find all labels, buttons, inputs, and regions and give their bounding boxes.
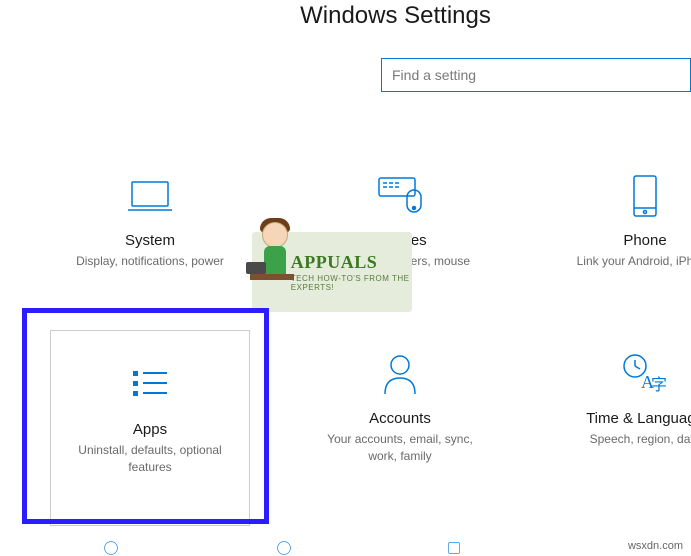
tile-desc: Uninstall, defaults, optional features xyxy=(61,442,239,476)
tile-accounts[interactable]: Accounts Your accounts, email, sync, wor… xyxy=(300,340,500,537)
tile-title: System xyxy=(125,232,175,249)
apps-icon xyxy=(61,361,239,409)
peek-icon-2 xyxy=(223,540,346,556)
peek-row xyxy=(0,540,691,556)
peek-icon-3 xyxy=(391,540,519,556)
accounts-icon xyxy=(381,350,419,398)
page-title: Windows Settings xyxy=(100,2,691,30)
tile-devices[interactable]: Devices Bluetooth, printers, mouse xyxy=(300,162,500,280)
tile-desc: Link your Android, iPhone xyxy=(571,253,691,270)
svg-text:字: 字 xyxy=(651,376,667,394)
phone-icon xyxy=(631,172,659,220)
tile-desc: Display, notifications, power xyxy=(70,253,230,270)
tile-title: Phone xyxy=(623,232,666,249)
tile-desc: Bluetooth, printers, mouse xyxy=(324,253,476,270)
tile-phone[interactable]: Phone Link your Android, iPhone xyxy=(545,162,691,280)
tile-title: Accounts xyxy=(369,410,431,427)
tile-time-language[interactable]: A 字 Time & Language Speech, region, date xyxy=(545,340,691,537)
tile-system[interactable]: System Display, notifications, power xyxy=(50,162,250,280)
devices-icon xyxy=(377,172,423,220)
time-language-icon: A 字 xyxy=(621,350,669,398)
tile-title: Time & Language xyxy=(586,410,691,427)
settings-grid: System Display, notifications, power Dev… xyxy=(0,92,691,536)
tile-title: Apps xyxy=(61,421,239,438)
search-input[interactable] xyxy=(381,58,691,92)
tile-title: Devices xyxy=(373,232,426,249)
tile-desc: Speech, region, date xyxy=(584,431,691,448)
tile-apps[interactable]: Apps Uninstall, defaults, optional featu… xyxy=(50,340,250,537)
tile-desc: Your accounts, email, sync, work, family xyxy=(312,431,488,465)
peek-icon-1 xyxy=(50,540,173,556)
attribution-text: wsxdn.com xyxy=(628,540,683,552)
system-icon xyxy=(128,172,172,220)
